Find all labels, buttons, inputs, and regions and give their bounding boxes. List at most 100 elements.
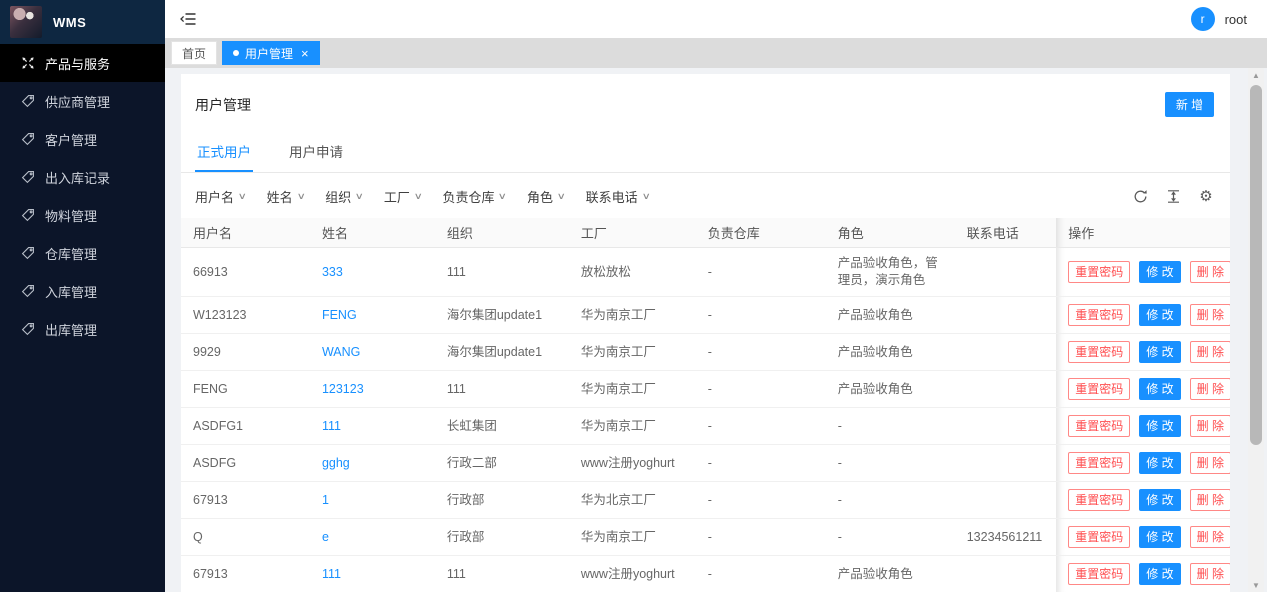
cell-warehouse: - xyxy=(696,248,826,297)
user-name-link[interactable]: 333 xyxy=(322,265,343,279)
user-name-link[interactable]: e xyxy=(322,530,329,544)
refresh-icon[interactable] xyxy=(1132,189,1148,205)
cell-actions: 重置密码修 改删 除 xyxy=(1056,519,1230,556)
modify-button[interactable]: 修 改 xyxy=(1139,341,1180,363)
topbar: r root xyxy=(165,0,1267,38)
cell-role: 产品验收角色 xyxy=(826,371,955,408)
cell-phone xyxy=(955,482,1057,519)
delete-button[interactable]: 删 除 xyxy=(1190,489,1230,511)
modify-button[interactable]: 修 改 xyxy=(1139,563,1180,585)
filter-dropdown[interactable]: 组织∨ xyxy=(325,187,363,206)
reset-password-button[interactable]: 重置密码 xyxy=(1068,378,1130,400)
sidebar-item-label: 客户管理 xyxy=(45,130,97,149)
menu-fold-icon[interactable] xyxy=(175,6,201,32)
scroll-up-icon[interactable]: ▲ xyxy=(1252,68,1260,82)
delete-button[interactable]: 删 除 xyxy=(1190,378,1230,400)
cell-name: 333 xyxy=(310,248,435,297)
cell-name: 123123 xyxy=(310,371,435,408)
cell-factory: www注册yoghurt xyxy=(569,445,696,482)
cell-name: 111 xyxy=(310,408,435,445)
sidebar-item-label: 仓库管理 xyxy=(45,244,97,263)
modify-button[interactable]: 修 改 xyxy=(1139,261,1180,283)
delete-button[interactable]: 删 除 xyxy=(1190,415,1230,437)
chevron-down-icon: ∨ xyxy=(641,191,650,202)
settings-icon[interactable]: ⚙ xyxy=(1198,189,1214,205)
filter-dropdown[interactable]: 联系电话∨ xyxy=(586,187,650,206)
cell-actions: 重置密码修 改删 除 xyxy=(1056,408,1230,445)
modify-button[interactable]: 修 改 xyxy=(1139,452,1180,474)
page-tab[interactable]: 首页 xyxy=(171,41,217,65)
cell-phone xyxy=(955,408,1057,445)
user-avatar[interactable]: r xyxy=(1191,7,1215,31)
sidebar-item[interactable]: 供应商管理 xyxy=(0,82,165,120)
cell-role: - xyxy=(826,445,955,482)
user-type-tab[interactable]: 正式用户 xyxy=(195,135,253,172)
filter-dropdown[interactable]: 用户名∨ xyxy=(195,187,246,206)
reset-password-button[interactable]: 重置密码 xyxy=(1068,452,1130,474)
reset-password-button[interactable]: 重置密码 xyxy=(1068,563,1130,585)
modify-button[interactable]: 修 改 xyxy=(1139,489,1180,511)
cell-warehouse: - xyxy=(696,482,826,519)
user-type-tab[interactable]: 用户申请 xyxy=(287,135,345,172)
sidebar-item[interactable]: 物料管理 xyxy=(0,196,165,234)
delete-button[interactable]: 删 除 xyxy=(1190,526,1230,548)
delete-button[interactable]: 删 除 xyxy=(1190,341,1230,363)
scrollbar-thumb[interactable] xyxy=(1250,85,1262,445)
tag-icon xyxy=(20,94,35,109)
user-name-link[interactable]: 111 xyxy=(322,419,341,433)
sidebar-item[interactable]: 出库管理 xyxy=(0,310,165,348)
cell-phone xyxy=(955,297,1057,334)
cell-username: FENG xyxy=(181,371,310,408)
cell-role: - xyxy=(826,482,955,519)
filter-dropdown[interactable]: 负责仓库∨ xyxy=(442,187,506,206)
user-name-link[interactable]: 123123 xyxy=(322,382,364,396)
modify-button[interactable]: 修 改 xyxy=(1139,304,1180,326)
cell-actions: 重置密码修 改删 除 xyxy=(1056,445,1230,482)
column-height-icon[interactable] xyxy=(1165,189,1181,205)
modify-button[interactable]: 修 改 xyxy=(1139,378,1180,400)
cell-username: 9929 xyxy=(181,334,310,371)
modify-button[interactable]: 修 改 xyxy=(1139,526,1180,548)
user-name-link[interactable]: 111 xyxy=(322,567,341,581)
delete-button[interactable]: 删 除 xyxy=(1190,261,1230,283)
reset-password-button[interactable]: 重置密码 xyxy=(1068,415,1130,437)
table-row: W123123FENG海尔集团update1华为南京工厂-产品验收角色重置密码修… xyxy=(181,297,1230,334)
cell-phone xyxy=(955,334,1057,371)
reset-password-button[interactable]: 重置密码 xyxy=(1068,341,1130,363)
page-tab[interactable]: 用户管理 × xyxy=(222,41,320,65)
vertical-scrollbar[interactable]: ▲ ▼ xyxy=(1248,68,1264,592)
filter-label: 联系电话 xyxy=(586,187,638,206)
sidebar-item[interactable]: 入库管理 xyxy=(0,272,165,310)
reset-password-button[interactable]: 重置密码 xyxy=(1068,489,1130,511)
scroll-down-icon[interactable]: ▼ xyxy=(1252,578,1260,592)
delete-button[interactable]: 删 除 xyxy=(1190,563,1230,585)
add-button[interactable]: 新 增 xyxy=(1165,92,1214,117)
close-tab-icon[interactable]: × xyxy=(301,47,309,60)
sidebar-item[interactable]: 客户管理 xyxy=(0,120,165,158)
chevron-down-icon: ∨ xyxy=(557,191,566,202)
filter-dropdown[interactable]: 角色∨ xyxy=(527,187,565,206)
sidebar-item[interactable]: 产品与服务 xyxy=(0,44,165,82)
card-header: 用户管理 新 增 xyxy=(181,74,1230,129)
filter-dropdown[interactable]: 姓名∨ xyxy=(267,187,305,206)
delete-button[interactable]: 删 除 xyxy=(1190,452,1230,474)
modify-button[interactable]: 修 改 xyxy=(1139,415,1180,437)
reset-password-button[interactable]: 重置密码 xyxy=(1068,526,1130,548)
user-name-link[interactable]: FENG xyxy=(322,308,357,322)
sidebar-item[interactable]: 出入库记录 xyxy=(0,158,165,196)
column-header: 姓名 xyxy=(310,218,435,248)
cell-actions: 重置密码修 改删 除 xyxy=(1056,371,1230,408)
reset-password-button[interactable]: 重置密码 xyxy=(1068,304,1130,326)
chevron-down-icon: ∨ xyxy=(355,191,364,202)
filter-dropdown[interactable]: 工厂∨ xyxy=(384,187,422,206)
reset-password-button[interactable]: 重置密码 xyxy=(1068,261,1130,283)
page-tab-label: 用户管理 xyxy=(245,45,293,62)
user-name-link[interactable]: 1 xyxy=(322,493,329,507)
user-type-tabs: 正式用户用户申请 xyxy=(181,129,1230,173)
sidebar-item[interactable]: 仓库管理 xyxy=(0,234,165,272)
cell-name: 111 xyxy=(310,556,435,592)
user-menu[interactable]: r root xyxy=(1191,7,1247,31)
delete-button[interactable]: 删 除 xyxy=(1190,304,1230,326)
user-name-link[interactable]: gghg xyxy=(322,456,350,470)
user-name-link[interactable]: WANG xyxy=(322,345,360,359)
